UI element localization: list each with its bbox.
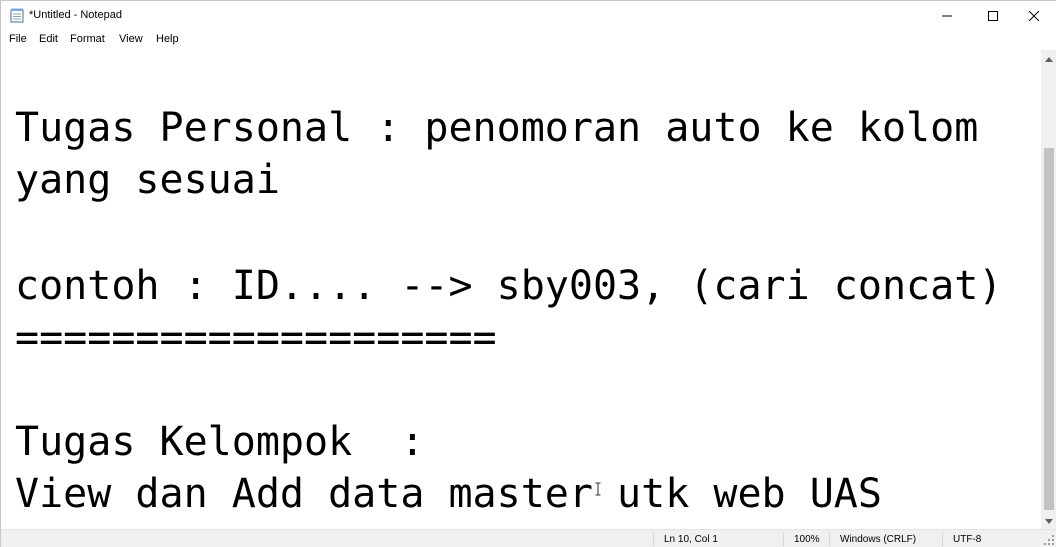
notepad-icon [10, 8, 24, 23]
scroll-up-button[interactable] [1041, 50, 1056, 67]
close-button[interactable] [1011, 1, 1056, 30]
menu-format[interactable]: Format [70, 33, 105, 45]
status-separator [783, 533, 784, 546]
arrow-up-icon [1045, 53, 1053, 65]
editor-line: yang sesuai [15, 157, 280, 203]
status-zoom: 100% [794, 534, 820, 545]
editor-line: View dan Add data master utk web UAS [15, 471, 882, 517]
status-line-ending: Windows (CRLF) [840, 534, 917, 545]
menu-view[interactable]: View [119, 33, 143, 45]
status-separator [829, 533, 830, 546]
maximize-icon [988, 10, 998, 21]
scroll-down-button[interactable] [1041, 512, 1056, 529]
status-bar: Ln 10, Col 1 100% Windows (CRLF) UTF-8 [1, 529, 1056, 547]
editor-line: Tugas Kelompok : [15, 419, 425, 465]
menu-file[interactable]: File [9, 33, 27, 45]
text-cursor-icon [595, 482, 601, 496]
status-separator [942, 533, 943, 546]
text-editor[interactable]: Tugas Personal : penomoran auto ke kolom… [1, 50, 1041, 529]
maximize-button[interactable] [970, 1, 1016, 30]
editor-line: Tugas Personal : penomoran auto ke kolom [15, 105, 979, 151]
arrow-down-icon [1045, 515, 1053, 527]
editor-line: ==================== [15, 315, 497, 361]
menu-bar: File Edit Format View Help [1, 30, 1056, 50]
status-position: Ln 10, Col 1 [664, 534, 718, 545]
close-icon [1029, 10, 1039, 21]
window-title: *Untitled - Notepad [29, 9, 122, 21]
menu-help[interactable]: Help [156, 33, 179, 45]
minimize-button[interactable] [924, 1, 970, 30]
status-encoding: UTF-8 [953, 534, 982, 545]
title-bar[interactable]: *Untitled - Notepad [1, 1, 1056, 30]
minimize-icon [942, 11, 952, 21]
notepad-window: *Untitled - Notepad File Edit Format Vie… [0, 0, 1056, 547]
vertical-scrollbar[interactable] [1041, 50, 1056, 529]
status-separator [653, 533, 654, 546]
editor-line: contoh : ID.... --> sby003, (cari concat… [15, 263, 1003, 309]
resize-grip-icon[interactable] [1043, 534, 1055, 546]
menu-edit[interactable]: Edit [39, 33, 58, 45]
scrollbar-thumb[interactable] [1044, 148, 1054, 510]
